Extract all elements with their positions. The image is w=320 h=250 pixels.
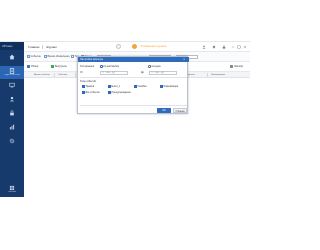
column-header[interactable]: Событие <box>58 74 67 76</box>
time-type-label: Тип времени <box>80 65 95 68</box>
column-divider <box>207 73 208 77</box>
app-logo: XProtec <box>0 42 24 50</box>
column-divider <box>75 73 76 77</box>
close-icon[interactable]: × <box>183 57 185 62</box>
radio-label: Ручной выбор <box>103 65 120 68</box>
export-icon <box>230 65 233 68</box>
checkbox-label: Тревога <box>85 85 95 88</box>
export-button[interactable]: Экспорт <box>230 65 243 68</box>
device-icon <box>9 82 15 88</box>
checkbox-label: Все события <box>85 91 100 94</box>
checkbox-event[interactable]: Event_1 <box>108 85 120 88</box>
sidebar-item-users[interactable] <box>0 94 24 107</box>
checkbox[interactable] <box>108 85 111 88</box>
sidebar-item-home[interactable] <box>0 52 24 65</box>
checkbox[interactable] <box>82 91 85 94</box>
filter-refresh[interactable]: Время обновления <box>44 55 70 58</box>
checkbox[interactable] <box>27 55 30 58</box>
sidebar-item-settings[interactable] <box>0 136 24 149</box>
sidebar-bottom-label: Система <box>7 191 17 193</box>
checkbox-all[interactable]: Все события <box>82 91 100 94</box>
sidebar-item-label: Журнал событий <box>4 74 20 76</box>
filter-event[interactable]: Событие <box>27 55 41 58</box>
maximize-icon[interactable] <box>237 45 241 49</box>
column-header[interactable]: Пользователь <box>211 74 225 76</box>
tab-journal[interactable]: Журнал <box>46 45 57 49</box>
sidebar: XProtec Журнал событий Система <box>0 42 24 197</box>
view-button[interactable]: Обзор <box>27 65 38 68</box>
checkbox-label: Предупреждение <box>111 91 131 94</box>
radio-today[interactable]: Сегодня <box>148 65 161 68</box>
cancel-button[interactable]: Отмена <box>173 108 187 113</box>
checkbox-label: Event_1 <box>111 85 121 88</box>
status-dot <box>116 44 121 49</box>
ok-button[interactable]: ОК <box>157 108 171 113</box>
checkbox[interactable] <box>44 55 47 58</box>
sidebar-item-access[interactable] <box>0 108 24 121</box>
column-header[interactable]: Время события <box>34 74 50 76</box>
sidebar-item-system[interactable]: Система <box>0 183 24 196</box>
lock-icon <box>10 110 14 116</box>
bell-icon[interactable] <box>212 45 216 49</box>
checkbox-error[interactable]: Ошибка <box>134 85 146 88</box>
status-badge[interactable]: Отображение журнала <box>138 44 169 50</box>
checkbox[interactable] <box>71 55 74 58</box>
filter-label: Время обновления <box>47 55 70 58</box>
view-icon <box>27 65 30 68</box>
report-icon <box>9 124 15 130</box>
checkbox-info[interactable]: Информация <box>160 85 178 88</box>
to-label: До <box>141 71 144 74</box>
sidebar-item-journal[interactable]: Журнал событий <box>0 66 24 79</box>
from-label: От <box>80 71 83 74</box>
button-label: Обзор <box>31 65 39 69</box>
checkbox-warning[interactable]: Предупреждение <box>108 91 131 94</box>
filter-label: Событие <box>30 55 41 58</box>
checkbox[interactable] <box>160 85 163 88</box>
download-icon <box>51 65 54 68</box>
button-label: Экспорт <box>234 65 244 69</box>
home-icon <box>9 54 15 60</box>
button-label: Выгрузить <box>55 65 67 69</box>
export-list-button[interactable]: Выгрузить <box>51 65 67 68</box>
column-divider <box>54 73 55 77</box>
divider <box>80 77 187 78</box>
user-icon[interactable] <box>202 45 206 49</box>
alert-dot <box>132 44 137 49</box>
checkbox-alarm[interactable]: Тревога <box>82 85 94 88</box>
sidebar-item-reports[interactable] <box>0 122 24 135</box>
checkbox[interactable] <box>108 91 111 94</box>
dialog-title: Настройки фильтра <box>78 57 189 62</box>
divider <box>80 105 187 106</box>
tab-separator <box>42 45 43 49</box>
close-icon[interactable] <box>243 45 247 49</box>
sidebar-item-devices[interactable] <box>0 80 24 93</box>
checkbox-label: Информация <box>163 85 179 88</box>
event-types-label: Типы событий <box>80 80 96 83</box>
lock-icon[interactable] <box>222 45 226 49</box>
checkbox-label: Ошибка <box>137 85 147 88</box>
date-from-input[interactable]: ГГ - ММ - ДД <box>100 70 128 75</box>
date-to-input[interactable]: ГГ - ММ - ДД <box>149 70 177 75</box>
checkbox[interactable] <box>134 85 137 88</box>
tab-home[interactable]: Главная <box>28 45 39 49</box>
top-bar: Главная Журнал Отображение журнала <box>24 42 250 52</box>
users-icon <box>9 96 15 102</box>
gear-icon <box>9 138 15 144</box>
dialog-title-text: Настройки фильтра <box>80 58 103 61</box>
minimize-icon[interactable] <box>231 45 235 49</box>
filter-dialog: Настройки фильтра × Тип времени Ручной в… <box>77 56 189 114</box>
checkbox[interactable] <box>82 85 85 88</box>
radio-manual[interactable]: Ручной выбор <box>100 65 119 68</box>
radio-label: Сегодня <box>151 65 161 68</box>
